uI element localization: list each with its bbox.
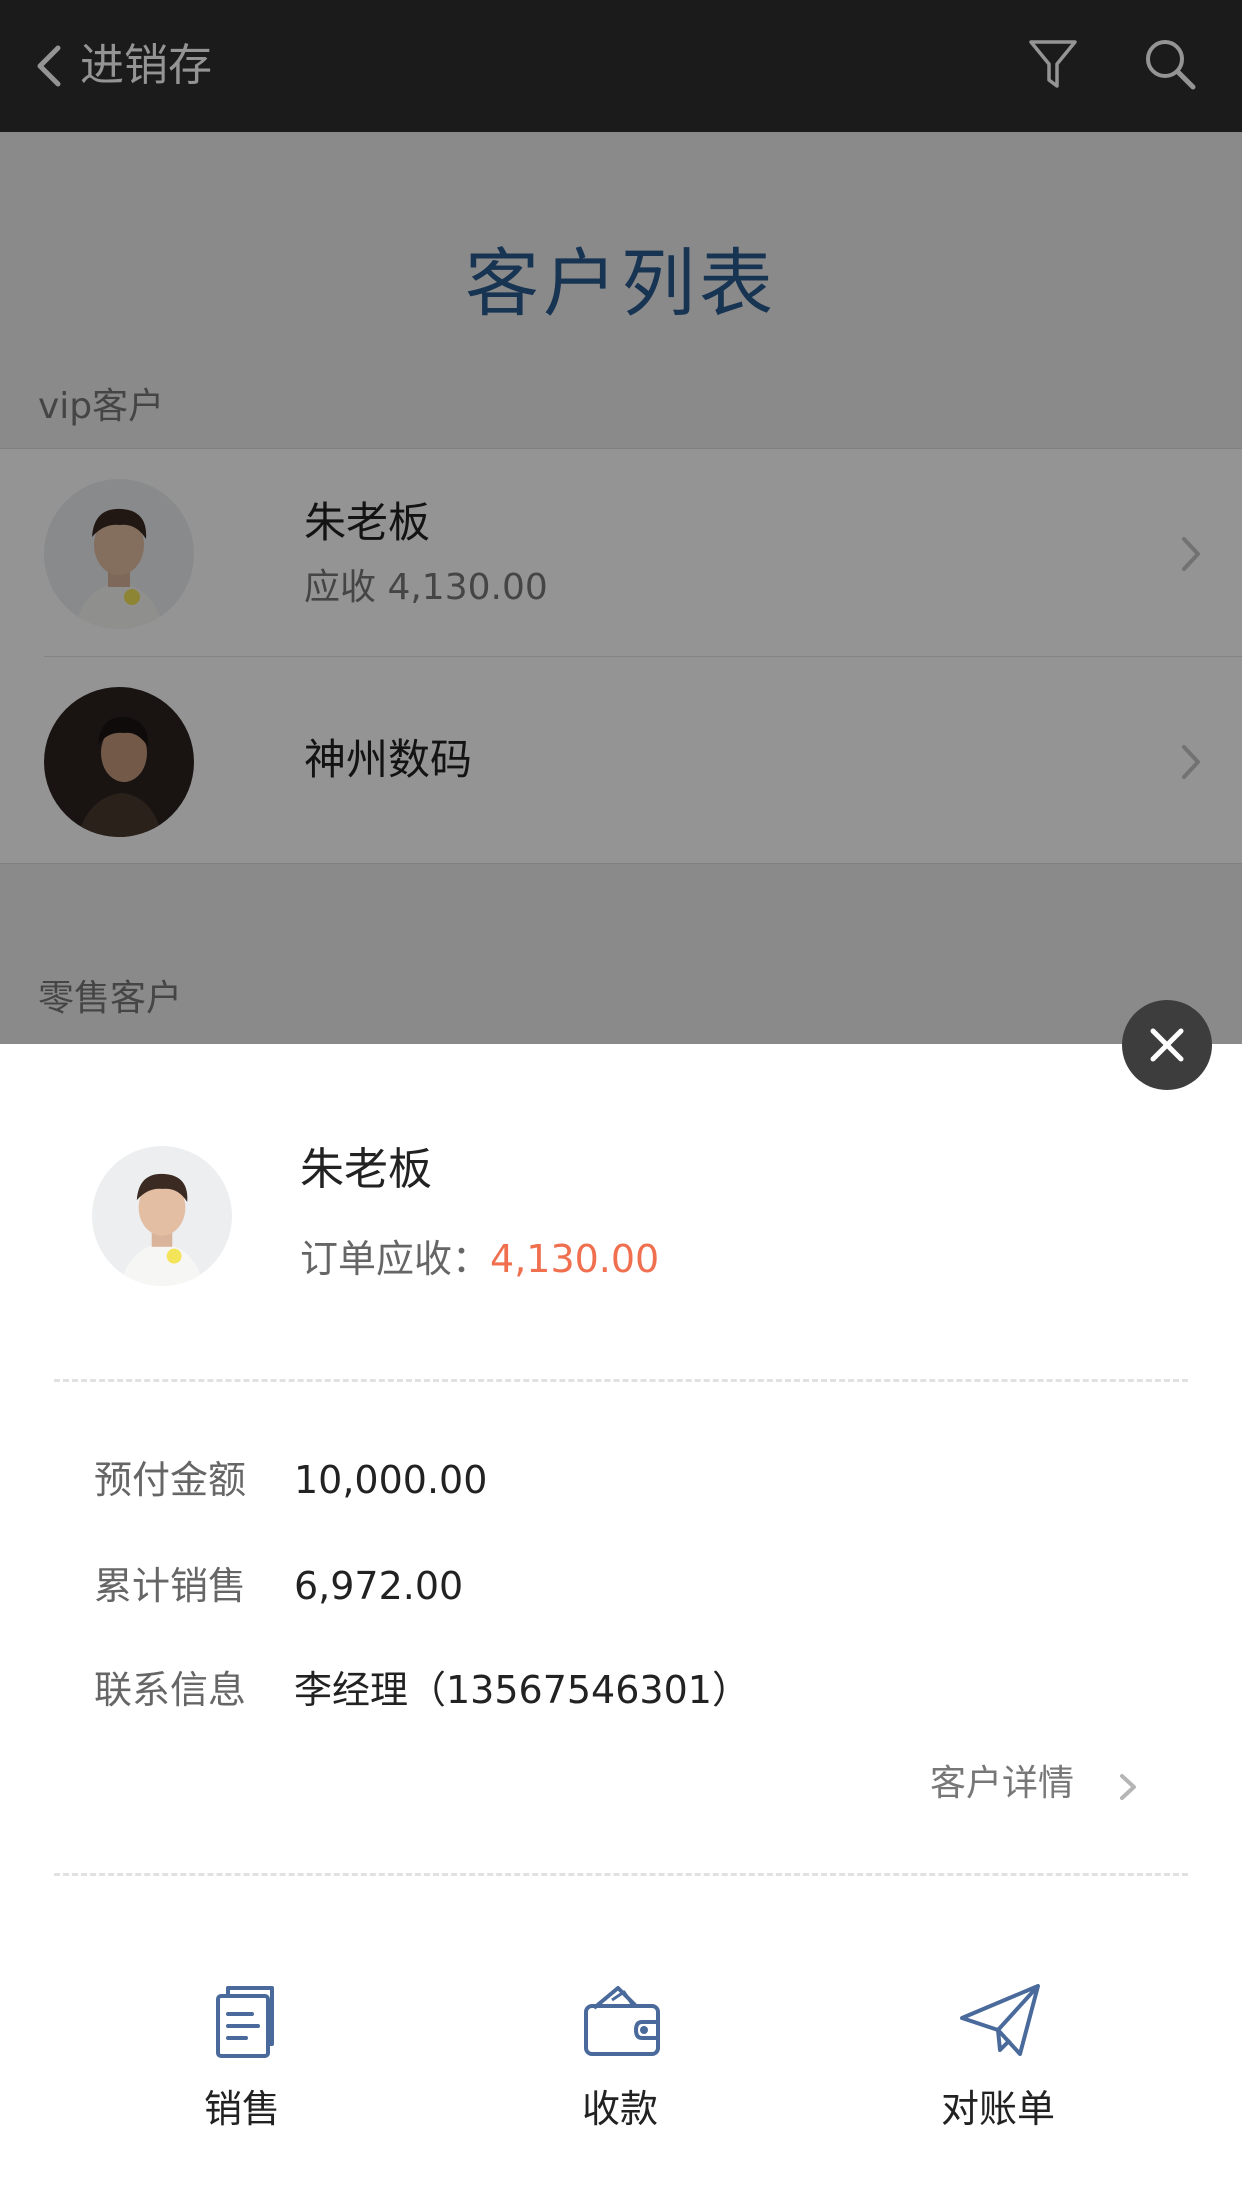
wallet-icon <box>584 1986 660 2056</box>
info-value: 6,972.00 <box>294 1564 464 1608</box>
info-value: 李经理（13567546301） <box>294 1668 750 1712</box>
customer-detail-label: 客户详情 <box>930 1763 1075 1804</box>
receivable-label: 订单应收： <box>300 1237 491 1281</box>
chevron-right-icon <box>1120 1774 1136 1800</box>
customer-detail-link[interactable]: 客户详情 <box>930 1756 1150 1812</box>
collect-payment-button[interactable]: 收款 <box>490 1954 750 2144</box>
sales-label: 销售 <box>203 2087 280 2131</box>
statement-button[interactable]: 对账单 <box>868 1954 1128 2144</box>
collect-payment-label: 收款 <box>581 2087 658 2131</box>
modal-backdrop[interactable] <box>0 0 1242 1044</box>
customer-action-sheet: 朱老板 订单应收：4,130.00 预付金额 10,000.00 累计销售 6,… <box>0 1044 1242 2208</box>
order-receivable: 订单应收：4,130.00 <box>300 1232 659 1286</box>
paper-plane-icon <box>960 1984 1040 2056</box>
statement-label: 对账单 <box>940 2087 1055 2131</box>
info-label: 预付金额 <box>94 1458 247 1502</box>
dashed-divider <box>54 1379 1188 1382</box>
info-label: 联系信息 <box>94 1668 247 1712</box>
avatar <box>92 1146 232 1286</box>
clipboard-icon <box>216 1986 274 2058</box>
sales-button[interactable]: 销售 <box>112 1954 372 2144</box>
dashed-divider <box>54 1873 1188 1876</box>
receivable-value: 4,130.00 <box>490 1237 660 1281</box>
customer-name: 朱老板 <box>300 1144 432 1195</box>
info-value: 10,000.00 <box>294 1458 488 1502</box>
close-icon <box>1150 1028 1184 1062</box>
info-label: 累计销售 <box>94 1564 247 1608</box>
close-button[interactable] <box>1122 1000 1212 1090</box>
